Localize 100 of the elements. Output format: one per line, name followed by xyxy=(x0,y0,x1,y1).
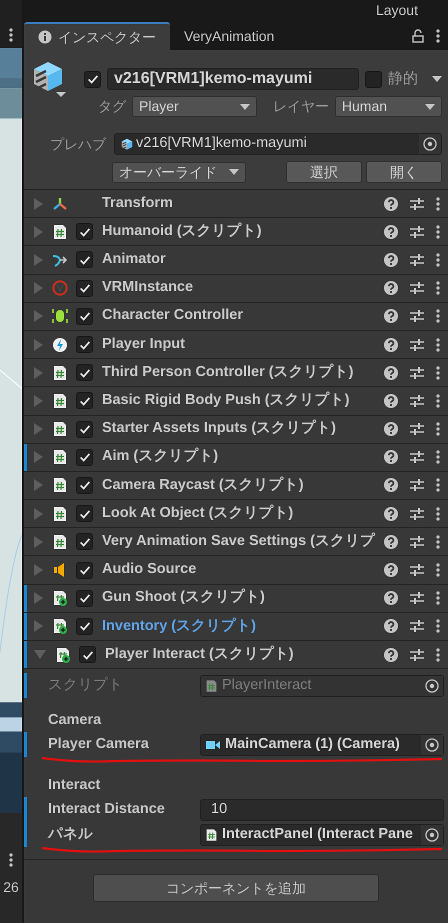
more-icon[interactable] xyxy=(436,366,440,380)
static-checkbox[interactable] xyxy=(365,70,382,88)
sliders-icon[interactable] xyxy=(410,281,424,296)
lock-icon[interactable] xyxy=(412,29,424,43)
sliders-icon[interactable] xyxy=(410,563,424,578)
component-name[interactable]: Humanoid (スクリプト) xyxy=(102,220,384,243)
help-icon[interactable] xyxy=(384,450,398,464)
more-icon[interactable] xyxy=(436,309,440,324)
more-icon[interactable] xyxy=(436,281,440,296)
component-checkbox[interactable] xyxy=(76,392,93,410)
component-checkbox[interactable] xyxy=(76,308,93,325)
component-checkbox[interactable] xyxy=(76,476,93,494)
component-checkbox[interactable] xyxy=(79,646,96,664)
help-icon[interactable] xyxy=(384,648,398,662)
component-checkbox[interactable] xyxy=(76,590,93,607)
component-checkbox[interactable] xyxy=(76,251,93,268)
more-icon[interactable] xyxy=(436,196,440,211)
sliders-icon[interactable] xyxy=(410,366,424,380)
prefab-button[interactable]: 開く xyxy=(366,161,442,183)
layer-dropdown[interactable]: Human xyxy=(334,96,442,117)
component-checkbox[interactable] xyxy=(76,533,93,550)
help-icon[interactable] xyxy=(384,366,398,380)
prefab-button[interactable]: 選択 xyxy=(286,161,362,183)
help-icon[interactable] xyxy=(384,591,398,606)
component-name[interactable]: Inventory (スクリプト) xyxy=(102,616,384,638)
tag-dropdown[interactable]: Player xyxy=(132,96,257,117)
component-name[interactable]: Player Input xyxy=(102,334,384,356)
overrides-dropdown[interactable]: オーバーライド xyxy=(112,162,246,182)
component-name[interactable]: Third Person Controller (スクリプト) xyxy=(102,362,384,384)
number-field[interactable]: 10 xyxy=(200,798,444,821)
component-name[interactable]: Aim (スクリプト) xyxy=(102,446,384,468)
component-checkbox[interactable] xyxy=(76,364,93,382)
component-checkbox[interactable] xyxy=(76,223,93,240)
sliders-icon[interactable] xyxy=(410,309,424,324)
help-icon[interactable] xyxy=(384,422,398,436)
more-icon[interactable] xyxy=(436,29,440,43)
more-icon[interactable] xyxy=(436,563,440,578)
target-icon[interactable] xyxy=(425,738,439,752)
help-icon[interactable] xyxy=(384,506,398,521)
add-component-button[interactable]: コンポーネントを追加 xyxy=(93,874,379,902)
object-field[interactable]: MainCamera (1) (Camera) xyxy=(200,734,444,756)
more-icon[interactable] xyxy=(436,394,440,408)
more-icon[interactable] xyxy=(9,28,13,42)
sliders-icon[interactable] xyxy=(410,450,424,464)
active-checkbox[interactable] xyxy=(84,70,101,88)
component-checkbox[interactable] xyxy=(76,336,93,354)
help-icon[interactable] xyxy=(384,534,398,549)
component-name[interactable]: Character Controller xyxy=(102,305,384,328)
help-icon[interactable] xyxy=(384,281,398,296)
more-icon[interactable] xyxy=(436,338,440,352)
prefab-field[interactable]: v216[VRM1]kemo-mayumi xyxy=(114,133,442,155)
sliders-icon[interactable] xyxy=(410,478,424,492)
more-icon[interactable] xyxy=(436,450,440,464)
component-name[interactable]: Look At Object (スクリプト) xyxy=(102,502,384,525)
sliders-icon[interactable] xyxy=(410,422,424,436)
sliders-icon[interactable] xyxy=(410,591,424,606)
target-icon[interactable] xyxy=(423,137,437,151)
component-checkbox[interactable] xyxy=(76,448,93,466)
help-icon[interactable] xyxy=(384,394,398,408)
layout-menu[interactable]: Layout xyxy=(376,3,418,18)
help-icon[interactable] xyxy=(384,478,398,492)
component-name[interactable]: Player Interact (スクリプト) xyxy=(105,644,384,666)
component-name[interactable]: Camera Raycast (スクリプト) xyxy=(102,474,384,496)
more-icon[interactable] xyxy=(436,648,440,662)
component-checkbox[interactable] xyxy=(76,420,93,438)
target-icon[interactable] xyxy=(425,828,439,842)
more-icon[interactable] xyxy=(436,224,440,239)
component-name[interactable]: Very Animation Save Settings (スクリプ xyxy=(102,530,384,553)
component-checkbox[interactable] xyxy=(76,618,93,635)
name-field[interactable]: v216[VRM1]kemo-mayumi xyxy=(107,68,359,90)
help-icon[interactable] xyxy=(384,252,398,267)
component-name[interactable]: Gun Shoot (スクリプト) xyxy=(102,587,384,610)
component-checkbox[interactable] xyxy=(76,280,93,297)
tab[interactable]: インスペクター xyxy=(24,22,170,50)
tab[interactable]: VeryAnimation xyxy=(170,22,288,50)
object-field[interactable]: InteractPanel (Interact Pane xyxy=(200,824,444,846)
sliders-icon[interactable] xyxy=(410,506,424,521)
sliders-icon[interactable] xyxy=(410,196,424,211)
sliders-icon[interactable] xyxy=(410,252,424,267)
component-name[interactable]: Starter Assets Inputs (スクリプト) xyxy=(102,418,384,440)
help-icon[interactable] xyxy=(384,224,398,239)
component-name[interactable]: Transform xyxy=(102,192,384,214)
more-icon[interactable] xyxy=(436,506,440,521)
component-name[interactable]: Audio Source xyxy=(102,559,384,581)
more-icon[interactable] xyxy=(436,591,440,606)
more-icon[interactable] xyxy=(9,853,13,867)
component-checkbox[interactable] xyxy=(76,505,93,522)
help-icon[interactable] xyxy=(384,563,398,578)
help-icon[interactable] xyxy=(384,196,398,211)
more-icon[interactable] xyxy=(436,252,440,267)
component-name[interactable]: Animator xyxy=(102,249,384,271)
sliders-icon[interactable] xyxy=(410,534,424,549)
sliders-icon[interactable] xyxy=(410,224,424,239)
more-icon[interactable] xyxy=(436,619,440,634)
more-icon[interactable] xyxy=(436,478,440,492)
component-checkbox[interactable] xyxy=(76,562,93,579)
more-icon[interactable] xyxy=(436,534,440,549)
component-name[interactable]: VRMInstance xyxy=(102,277,384,300)
component-name[interactable]: Basic Rigid Body Push (スクリプト) xyxy=(102,390,384,412)
sliders-icon[interactable] xyxy=(410,619,424,634)
